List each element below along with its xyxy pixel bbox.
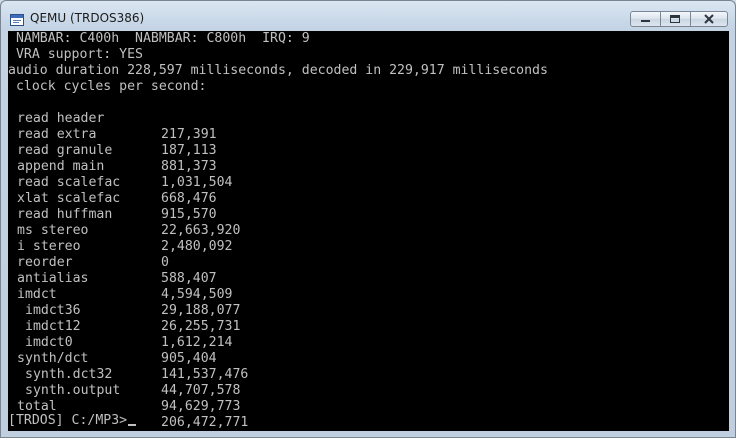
stat-row: ms stereo 2,480,092 (8, 207, 608, 254)
stat-row: synth.output 94,629,773 (8, 367, 608, 414)
minimize-button[interactable] (630, 11, 661, 27)
terminal-line-duration: audio duration 228,597 milliseconds, dec… (8, 63, 548, 78)
command-prompt-line[interactable]: [TRDOS] C:/MP3> (8, 413, 137, 429)
stat-row: xlat scalefac 915,570 (8, 175, 608, 222)
qemu-window-icon[interactable] (10, 11, 24, 26)
stat-row: read header 217,391 (8, 95, 608, 142)
stat-row: imdct36 26,255,731 (8, 287, 608, 334)
stat-value: 94,629,773 (161, 399, 241, 414)
terminal-line-cycles-heading: clock cycles per second: (8, 79, 207, 94)
stat-row: append main 1,031,504 (8, 143, 608, 190)
title-bar[interactable]: QEMU (TRDOS386) (1, 1, 735, 31)
stat-row: antialias 4,594,509 (8, 255, 608, 302)
stat-row: i stereo 0 (8, 223, 608, 270)
terminal-line-vra: VRA support: YES (8, 47, 143, 62)
stat-row: reorder 588,407 (8, 239, 608, 286)
stat-row: total 206,472,771 (8, 383, 608, 430)
stat-value: 206,472,771 (161, 415, 249, 430)
stat-row: read huffman 22,663,920 (8, 191, 608, 238)
text-cursor (128, 424, 137, 426)
stat-row: imdct0 905,404 (8, 319, 608, 366)
close-button[interactable] (691, 11, 728, 27)
qemu-window: QEMU (TRDOS386) NAMBAR: C400h NABMBAR: C… (0, 0, 736, 438)
terminal-line-nambar: NAMBAR: C400h NABMBAR: C800h IRQ: 9 (8, 31, 310, 46)
stat-row: read scalefac 668,476 (8, 159, 608, 206)
command-prompt: [TRDOS] C:/MP3> (8, 413, 128, 428)
stat-row: synth/dct 141,537,476 (8, 335, 608, 382)
stat-row: read extra 187,113 (8, 111, 608, 158)
stat-row: synth.dct32 44,707,578 (8, 351, 608, 398)
stat-row: read granule 881,373 (8, 127, 608, 174)
terminal-screen[interactable]: NAMBAR: C400h NABMBAR: C800h IRQ: 9 VRA … (8, 31, 729, 431)
window-title: QEMU (TRDOS386) (30, 11, 145, 25)
stat-row: imdct 29,188,077 (8, 271, 608, 318)
maximize-button[interactable] (661, 11, 691, 27)
stat-row: imdct12 1,612,214 (8, 303, 608, 350)
